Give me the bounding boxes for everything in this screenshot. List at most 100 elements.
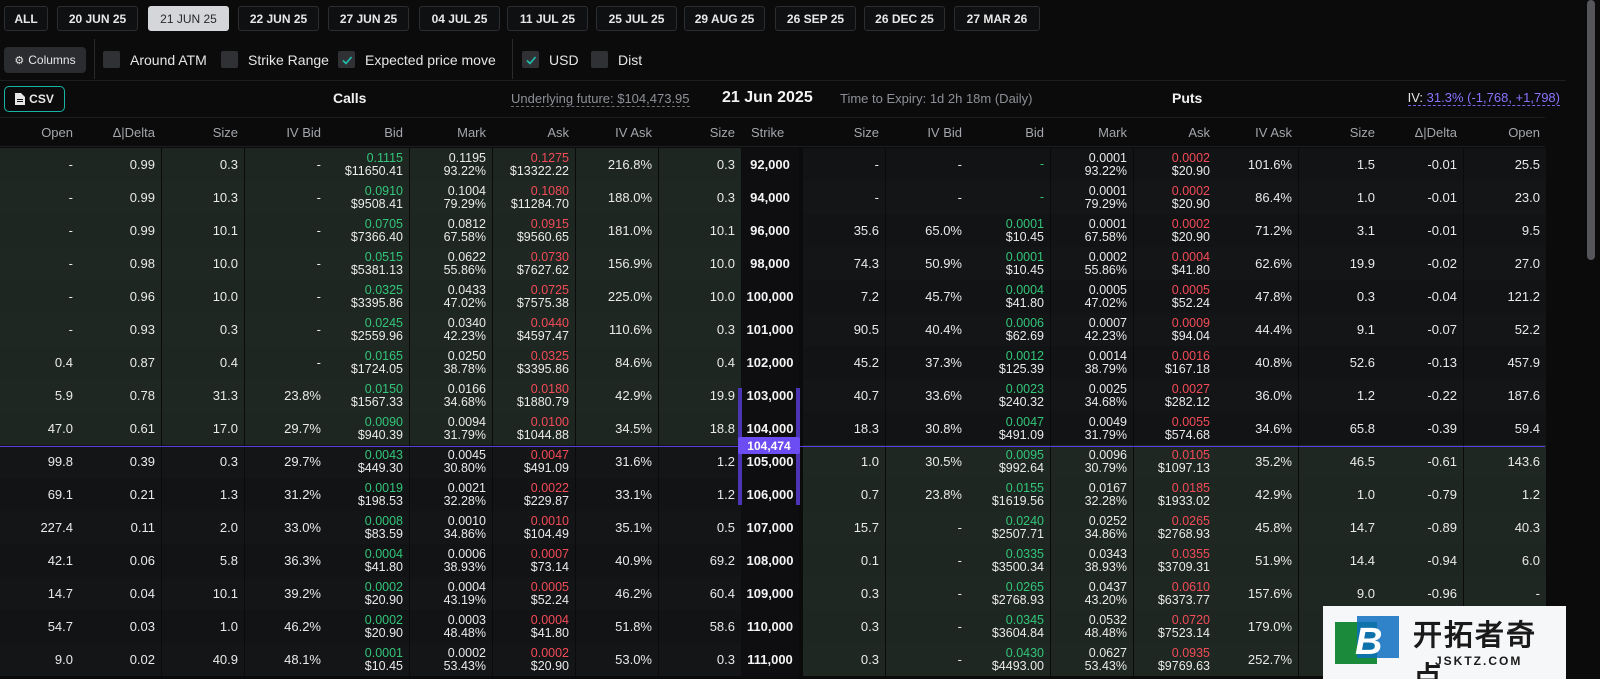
- table-row[interactable]: -0.96 10.0-0.0325 $3395.86 0.0433 47.02% 0.07…: [0, 280, 1546, 313]
- cell-put-4[interactable]: 0.0610 $6373.77: [1134, 577, 1216, 610]
- cell-call-8[interactable]: 10.0: [659, 247, 741, 280]
- expiry-tab-0[interactable]: ALL: [4, 6, 48, 31]
- cell-put-4[interactable]: 0.0002 $20.90: [1134, 148, 1216, 181]
- cell-call-7[interactable]: 40.9%: [576, 544, 658, 577]
- cell-call-2[interactable]: 0.3: [162, 445, 244, 478]
- cell-put-0[interactable]: -: [803, 181, 885, 214]
- around-atm-checkbox[interactable]: Around ATM: [103, 51, 207, 68]
- cell-call-4[interactable]: 0.0002 $20.90: [327, 610, 409, 643]
- table-row[interactable]: 9.0 0.02 40.9 48.1% 0.0001 $10.45 0.0002 53.43%…: [0, 643, 1546, 676]
- cell-call-5[interactable]: 0.0003 48.48%: [410, 610, 492, 643]
- cell-put-5[interactable]: 44.4%: [1216, 313, 1298, 346]
- cell-call-5[interactable]: 0.0002 53.43%: [410, 643, 492, 676]
- cell-call-1[interactable]: 0.96: [79, 280, 161, 313]
- cell-call-2[interactable]: 0.3: [162, 313, 244, 346]
- cell-call-8[interactable]: 18.8: [659, 412, 741, 445]
- cell-call-7[interactable]: 216.8%: [576, 148, 658, 181]
- cell-put-3[interactable]: 0.0167 32.28%: [1051, 478, 1133, 511]
- cell-call-3[interactable]: -: [245, 214, 327, 247]
- usd-checkbox[interactable]: USD: [522, 51, 579, 68]
- col-header-call-7[interactable]: IV Ask: [615, 125, 652, 140]
- cell-put-0[interactable]: 45.2: [803, 346, 885, 379]
- scrollbar-thumb[interactable]: [1587, 0, 1595, 260]
- cell-call-1[interactable]: 0.39: [79, 445, 161, 478]
- table-row[interactable]: 5.9 0.78 31.3 23.8% 0.0150 $1567.33 0.0166 34.6…: [0, 379, 1546, 412]
- cell-call-8[interactable]: 0.3: [659, 148, 741, 181]
- cell-put-1[interactable]: 23.8%: [886, 478, 968, 511]
- cell-put-7[interactable]: -0.39: [1381, 412, 1463, 445]
- cell-call-1[interactable]: 0.04: [79, 577, 161, 610]
- cell-put-4[interactable]: 0.0055 $574.68: [1134, 412, 1216, 445]
- col-header-put-7[interactable]: Δ|Delta: [1415, 125, 1457, 140]
- cell-call-0[interactable]: 5.9: [0, 379, 79, 412]
- cell-call-0[interactable]: 14.7: [0, 577, 79, 610]
- cell-put-3[interactable]: 0.0049 31.79%: [1051, 412, 1133, 445]
- cell-call-1[interactable]: 0.06: [79, 544, 161, 577]
- cell-call-8[interactable]: 69.2: [659, 544, 741, 577]
- cell-put-3[interactable]: 0.0001 67.58%: [1051, 214, 1133, 247]
- cell-call-8[interactable]: 0.4: [659, 346, 741, 379]
- cell-call-8[interactable]: 10.1: [659, 214, 741, 247]
- cell-call-6[interactable]: 0.0725 $7575.38: [493, 280, 575, 313]
- expiry-tab-5[interactable]: 04 JUL 25: [419, 6, 500, 31]
- cell-put-2[interactable]: 0.0155 $1619.56: [968, 478, 1050, 511]
- cell-call-4[interactable]: 0.1115 $11650.41: [327, 148, 409, 181]
- col-header-put-2[interactable]: Bid: [1025, 125, 1044, 140]
- col-header-call-6[interactable]: Ask: [547, 125, 569, 140]
- cell-call-6[interactable]: 0.0010 $104.49: [493, 511, 575, 544]
- cell-put-4[interactable]: 0.0027 $282.12: [1134, 379, 1216, 412]
- cell-put-8[interactable]: 23.0: [1464, 181, 1546, 214]
- cell-put-5[interactable]: 62.6%: [1216, 247, 1298, 280]
- cell-put-8[interactable]: 6.0: [1464, 544, 1546, 577]
- cell-put-2[interactable]: 0.0012 $125.39: [968, 346, 1050, 379]
- cell-put-5[interactable]: 101.6%: [1216, 148, 1298, 181]
- strike-range-checkbox[interactable]: Strike Range: [221, 51, 329, 68]
- cell-call-6[interactable]: 0.0440 $4597.47: [493, 313, 575, 346]
- col-header-put-3[interactable]: Mark: [1098, 125, 1127, 140]
- cell-call-1[interactable]: 0.61: [79, 412, 161, 445]
- cell-put-7[interactable]: -0.13: [1381, 346, 1463, 379]
- cell-put-3[interactable]: 0.0001 79.29%: [1051, 181, 1133, 214]
- table-row[interactable]: 42.1 0.06 5.8 36.3% 0.0004 $41.80 0.0006 38.93%…: [0, 544, 1546, 577]
- cell-call-2[interactable]: 31.3: [162, 379, 244, 412]
- cell-put-2[interactable]: 0.0095 $992.64: [968, 445, 1050, 478]
- cell-put-2[interactable]: 0.0047 $491.09: [968, 412, 1050, 445]
- cell-call-4[interactable]: 0.0910 $9508.41: [327, 181, 409, 214]
- cell-put-6[interactable]: 14.7: [1299, 511, 1381, 544]
- cell-put-3[interactable]: 0.0014 38.79%: [1051, 346, 1133, 379]
- cell-call-7[interactable]: 31.6%: [576, 445, 658, 478]
- cell-put-0[interactable]: 18.3: [803, 412, 885, 445]
- cell-call-4[interactable]: 0.0004 $41.80: [327, 544, 409, 577]
- expiry-tab-2[interactable]: 21 JUN 25: [148, 6, 229, 31]
- csv-button[interactable]: CSV: [4, 86, 65, 112]
- cell-put-5[interactable]: 51.9%: [1216, 544, 1298, 577]
- col-header-call-4[interactable]: Bid: [384, 125, 403, 140]
- cell-put-0[interactable]: 0.3: [803, 577, 885, 610]
- cell-put-6[interactable]: 9.1: [1299, 313, 1381, 346]
- cell-put-4[interactable]: 0.0002 $20.90: [1134, 214, 1216, 247]
- cell-put-8[interactable]: 121.2: [1464, 280, 1546, 313]
- table-row[interactable]: 14.7 0.04 10.1 39.2% 0.0002 $20.90 0.0004 43.19…: [0, 577, 1546, 610]
- cell-put-5[interactable]: 179.0%: [1216, 610, 1298, 643]
- cell-put-2[interactable]: 0.0006 $62.69: [968, 313, 1050, 346]
- cell-put-7[interactable]: -0.02: [1381, 247, 1463, 280]
- col-header-put-6[interactable]: Size: [1350, 125, 1375, 140]
- cell-put-5[interactable]: 40.8%: [1216, 346, 1298, 379]
- cell-call-3[interactable]: -: [245, 313, 327, 346]
- cell-put-0[interactable]: 0.3: [803, 610, 885, 643]
- cell-call-6[interactable]: 0.0005 $52.24: [493, 577, 575, 610]
- col-header-put-5[interactable]: IV Ask: [1255, 125, 1292, 140]
- cell-call-0[interactable]: -: [0, 247, 79, 280]
- cell-call-5[interactable]: 0.1195 93.22%: [410, 148, 492, 181]
- cell-call-6[interactable]: 0.0022 $229.87: [493, 478, 575, 511]
- cell-call-0[interactable]: 99.8: [0, 445, 79, 478]
- cell-put-6[interactable]: 46.5: [1299, 445, 1381, 478]
- cell-put-3[interactable]: 0.0096 30.79%: [1051, 445, 1133, 478]
- table-row[interactable]: -0.99 10.1-0.0705 $7366.40 0.0812 67.58% 0.09…: [0, 214, 1546, 247]
- expected-move-checkbox[interactable]: Expected price move: [338, 51, 496, 68]
- cell-call-5[interactable]: 0.0166 34.68%: [410, 379, 492, 412]
- cell-put-0[interactable]: 90.5: [803, 313, 885, 346]
- cell-call-3[interactable]: -: [245, 247, 327, 280]
- cell-put-3[interactable]: 0.0627 53.43%: [1051, 643, 1133, 676]
- cell-put-4[interactable]: 0.0002 $20.90: [1134, 181, 1216, 214]
